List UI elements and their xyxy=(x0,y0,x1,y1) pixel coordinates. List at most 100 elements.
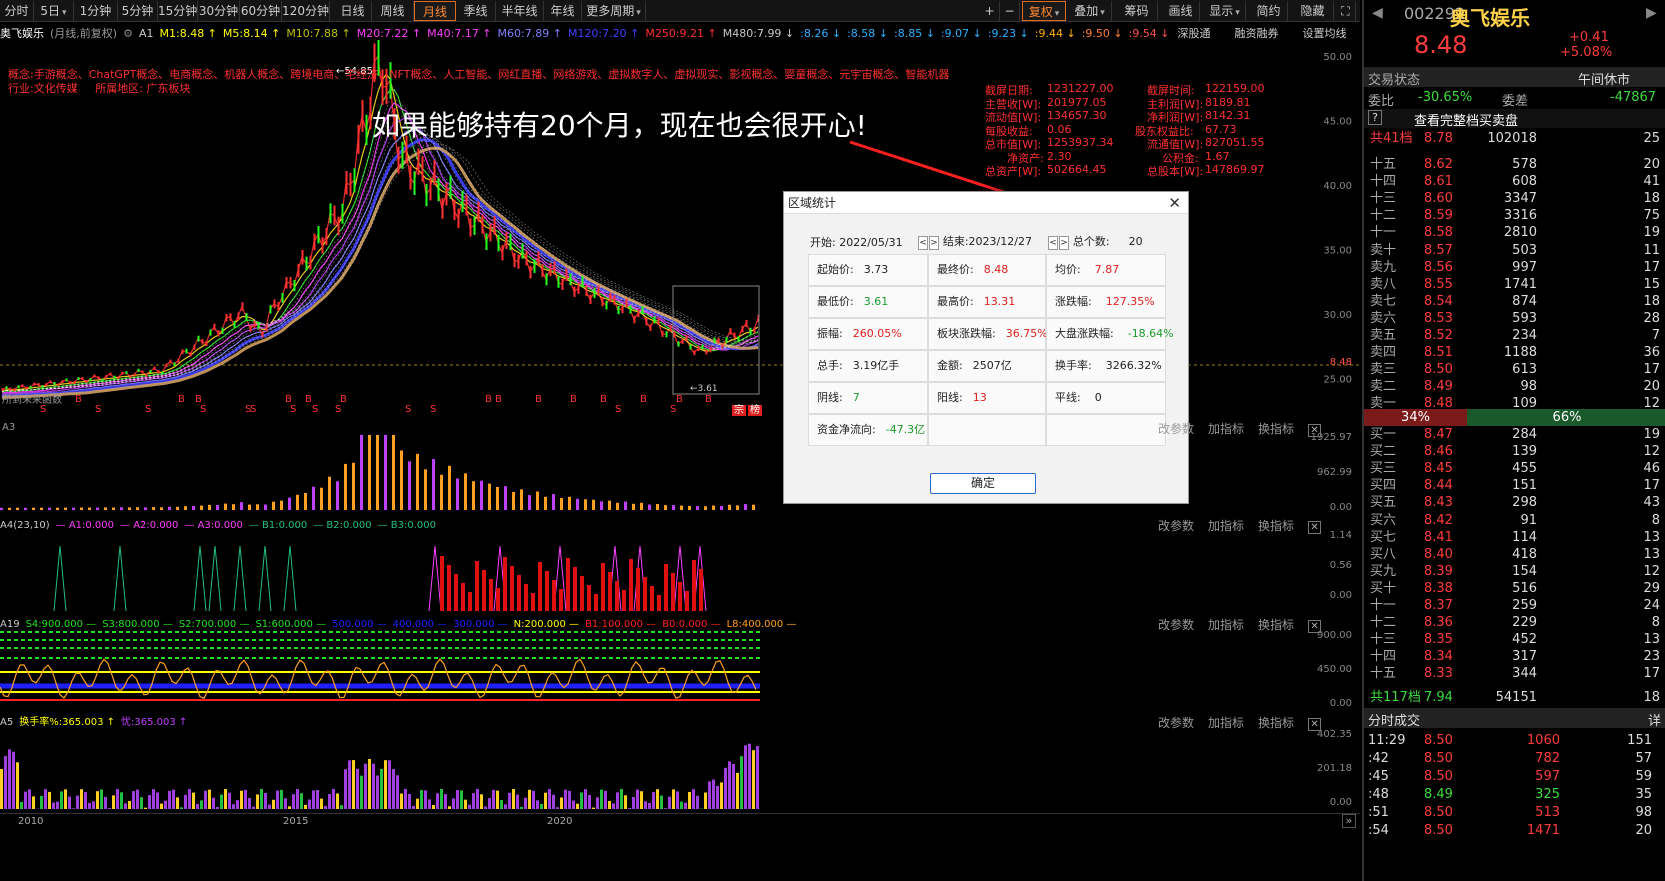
a5-bar xyxy=(644,801,647,809)
toolbar-right-2[interactable]: 复权 xyxy=(1022,1,1066,21)
toolbar-right-3[interactable]: 叠加 xyxy=(1068,1,1112,21)
candle xyxy=(401,141,404,169)
candle xyxy=(205,340,208,347)
candle xyxy=(613,295,616,305)
a5-turnover-chart[interactable]: 402.35 201.18 0.00 xyxy=(0,713,1360,813)
tab-5[interactable]: 30分钟 xyxy=(198,1,240,21)
tab-12[interactable]: 半年线 xyxy=(496,1,544,21)
tab-7[interactable]: 120分钟 xyxy=(282,1,330,21)
fullscreen-icon[interactable]: ⛶ xyxy=(1336,1,1356,21)
candle xyxy=(41,385,44,389)
a5-bar xyxy=(224,789,227,809)
signal-marker: B xyxy=(676,394,683,405)
toolbar-right-7[interactable]: 简约 xyxy=(1250,1,1288,21)
tab-2[interactable]: 1分钟 xyxy=(74,1,118,21)
sell-row: 卖三 8.50 613 17 xyxy=(1370,362,1660,378)
prev-end-button[interactable]: < xyxy=(1048,236,1058,250)
a4-bar xyxy=(664,564,668,611)
gear-icon[interactable]: ⚙ xyxy=(123,27,133,40)
ok-button[interactable]: 确定 xyxy=(930,473,1036,494)
toolbar-right-4[interactable]: 筹码 xyxy=(1116,1,1158,21)
prev-stock-icon[interactable]: ◀ xyxy=(1372,5,1383,21)
a5-bar xyxy=(112,795,115,809)
panel-btn-0[interactable]: 改参数 xyxy=(1158,422,1194,436)
a4-item: — A3:0.000 xyxy=(184,520,243,531)
a4-bar xyxy=(685,591,689,611)
a5-bar xyxy=(616,792,619,809)
a5-bar xyxy=(500,800,503,809)
toolbar-right-6[interactable]: 显示 xyxy=(1204,1,1246,21)
vol-bar xyxy=(304,493,307,510)
panel-btn-1[interactable]: 加指标 xyxy=(1208,716,1244,730)
panel-buttons: 改参数 加指标 换指标 ✕ xyxy=(1158,714,1322,731)
tab-13[interactable]: 年线 xyxy=(544,1,582,21)
candle xyxy=(705,349,708,355)
candle xyxy=(749,327,752,335)
close-panel-icon[interactable]: ✕ xyxy=(1308,521,1322,534)
start-row: 开始: 2022/05/31 xyxy=(810,236,903,249)
candle xyxy=(309,255,312,270)
close-panel-icon[interactable]: ✕ xyxy=(1308,424,1322,437)
panel-btn-2[interactable]: 换指标 xyxy=(1258,519,1294,533)
stat-cell: 最低价: 3.61 xyxy=(808,286,928,318)
toolbar-right-0[interactable]: + xyxy=(980,1,1000,21)
scroll-right-icon[interactable]: » xyxy=(1342,814,1356,828)
dashed-ribbon xyxy=(1,143,759,392)
toolbar-right-5[interactable]: 画线 xyxy=(1162,1,1200,21)
a4-item: — A1:0.000 xyxy=(55,520,115,531)
tab-9[interactable]: 周线 xyxy=(372,1,414,21)
a4-axis-label: 1.14 xyxy=(1330,530,1352,541)
panel-btn-0[interactable]: 改参数 xyxy=(1158,716,1194,730)
candle xyxy=(589,294,592,305)
full-book-link[interactable]: 查看完整档买卖盘 xyxy=(1414,110,1518,129)
a5-bar xyxy=(128,801,131,809)
panel-btn-0[interactable]: 改参数 xyxy=(1158,519,1194,533)
candle xyxy=(577,283,580,294)
full-book-row[interactable]: ? 查看完整档买卖盘 xyxy=(1364,109,1665,129)
close-panel-icon[interactable]: ✕ xyxy=(1308,620,1322,633)
next-end-button[interactable]: > xyxy=(1059,236,1069,250)
ma-tail-0[interactable]: 深股通 xyxy=(1178,27,1211,40)
tab-6[interactable]: 60分钟 xyxy=(240,1,282,21)
ticks-detail-link[interactable]: 详 xyxy=(1648,710,1661,729)
panel-btn-2[interactable]: 换指标 xyxy=(1258,618,1294,632)
ma-item: :8.58 ↓ xyxy=(847,27,888,40)
next-start-button[interactable]: > xyxy=(929,236,939,250)
candle xyxy=(565,268,568,281)
tab-3[interactable]: 5分钟 xyxy=(118,1,158,21)
vol-bar xyxy=(40,507,43,510)
tab-14[interactable]: 更多周期 xyxy=(582,1,646,21)
tab-11[interactable]: 季线 xyxy=(456,1,496,21)
panel-btn-1[interactable]: 加指标 xyxy=(1208,519,1244,533)
candle xyxy=(137,368,140,372)
future-func-label: 所到未来函数 xyxy=(2,395,62,406)
tab-0[interactable]: 分时 xyxy=(0,1,34,21)
prev-start-button[interactable]: < xyxy=(918,236,928,250)
help-icon[interactable]: ? xyxy=(1368,110,1382,125)
candle xyxy=(649,324,652,331)
panel-btn-2[interactable]: 换指标 xyxy=(1258,422,1294,436)
toolbar-right-1[interactable]: − xyxy=(1000,1,1020,21)
a4-bar xyxy=(496,588,500,611)
candle xyxy=(717,337,720,344)
candle xyxy=(753,327,756,334)
panel-btn-0[interactable]: 改参数 xyxy=(1158,618,1194,632)
panel-btn-1[interactable]: 加指标 xyxy=(1208,422,1244,436)
panel-btn-2[interactable]: 换指标 xyxy=(1258,716,1294,730)
next-stock-icon[interactable]: ▶ xyxy=(1646,5,1657,21)
tab-4[interactable]: 15分钟 xyxy=(158,1,198,21)
ma-ribbon xyxy=(1,102,759,394)
a5-bar xyxy=(232,804,235,809)
close-panel-icon[interactable]: ✕ xyxy=(1308,718,1322,731)
ma-tail-1[interactable]: 融资融券 xyxy=(1235,27,1279,40)
fin-row: 每股收益: 0.06 股东权益比: 67.73 xyxy=(985,122,1237,138)
signal-marker: B xyxy=(535,394,542,405)
vol-bar xyxy=(456,478,459,510)
tab-8[interactable]: 日线 xyxy=(334,1,372,21)
close-icon[interactable]: ✕ xyxy=(1168,194,1181,212)
tab-1[interactable]: 5日 xyxy=(34,1,74,21)
panel-btn-1[interactable]: 加指标 xyxy=(1208,618,1244,632)
tab-10[interactable]: 月线 xyxy=(414,1,456,21)
toolbar-right-8[interactable]: 隐藏 xyxy=(1292,1,1334,21)
ma-tail-2[interactable]: 设置均线 xyxy=(1303,27,1347,40)
